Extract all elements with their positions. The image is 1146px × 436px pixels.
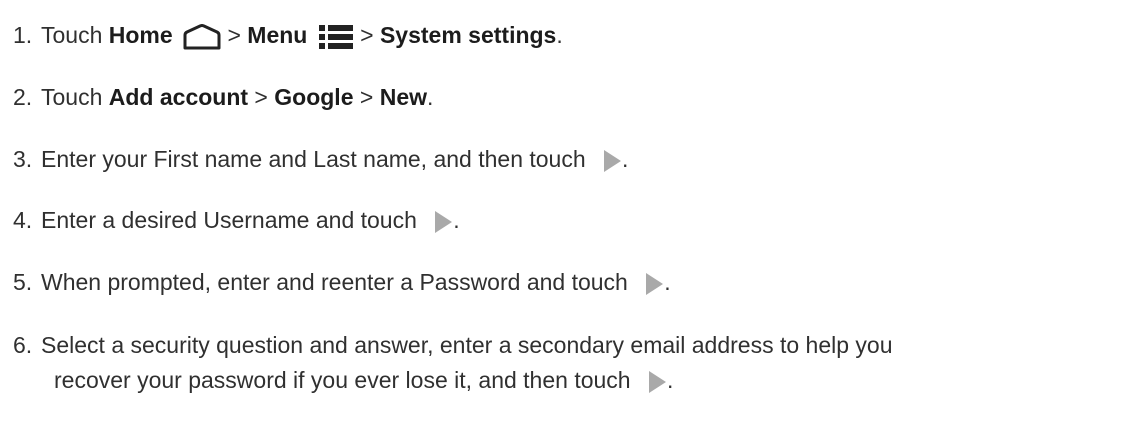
next-arrow-icon	[646, 272, 664, 295]
step-1: 1. Touch Home > Menu > System settings.	[13, 18, 1146, 53]
step-2: 2. Touch Add account > Google > New.	[13, 80, 1146, 115]
step-number: 3.	[13, 146, 33, 172]
step-3: 3. Enter your First name and Last name, a…	[13, 142, 1146, 177]
step-period: .	[453, 207, 460, 233]
step-period: .	[556, 22, 563, 48]
step-text: Touch	[41, 22, 109, 48]
step-number: 4.	[13, 207, 33, 233]
step-5: 5. When prompted, enter and reenter a Pas…	[13, 265, 1146, 300]
step-6-continuation: recover your password if you ever lose i…	[54, 363, 673, 398]
step-text: Touch	[41, 84, 109, 110]
add-account-label: Add account	[108, 84, 249, 110]
new-label: New	[379, 84, 428, 110]
step-text: Select a security question and answer, e…	[41, 332, 893, 358]
step-period: .	[427, 84, 434, 110]
step-text: Enter a desired Username and touch	[41, 207, 424, 233]
step-4: 4. Enter a desired Username and touch .	[13, 203, 1146, 238]
step-text: recover your password if you ever lose i…	[54, 367, 637, 393]
step-separator: >	[221, 22, 248, 48]
step-text: When prompted, enter and reenter a Passw…	[41, 269, 635, 295]
step-number: 1.	[13, 22, 33, 48]
step-separator: >	[248, 84, 275, 110]
step-separator: >	[353, 22, 380, 48]
step-period: .	[664, 269, 671, 295]
menu-label: Menu	[247, 22, 308, 48]
step-6: 6. Select a security question and answer,…	[13, 328, 1146, 408]
next-arrow-icon	[435, 210, 453, 233]
google-label: Google	[274, 84, 354, 110]
step-number: 5.	[13, 269, 33, 295]
step-period: .	[622, 146, 629, 172]
step-period: .	[666, 367, 674, 393]
step-text: Enter your First name and Last name, and…	[41, 146, 593, 172]
home-label: Home	[108, 22, 173, 48]
step-number: 2.	[13, 84, 33, 110]
home-icon	[183, 23, 221, 50]
step-separator: >	[353, 84, 380, 110]
next-arrow-icon	[648, 370, 666, 393]
next-arrow-icon	[604, 149, 622, 172]
system-settings-label: System settings	[379, 22, 557, 48]
menu-icon	[318, 24, 353, 49]
step-number: 6.	[13, 332, 33, 358]
